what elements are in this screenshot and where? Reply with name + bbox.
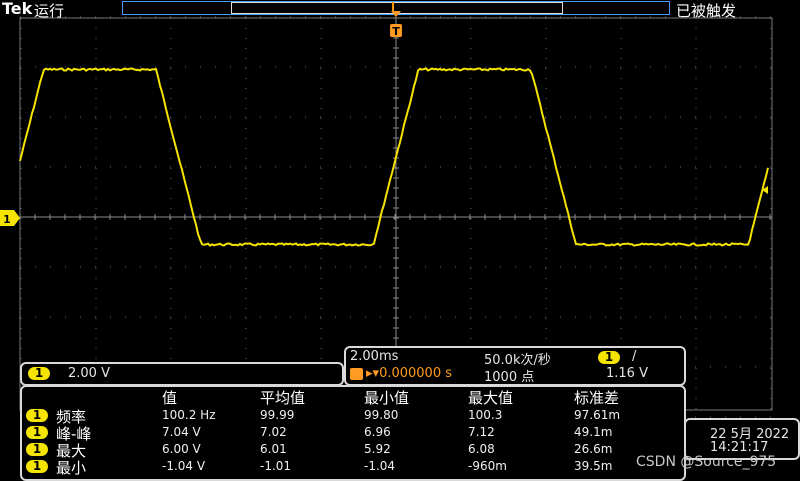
measurement-header: 最大值 xyxy=(468,389,514,407)
measurement-value: 99.99 xyxy=(260,408,295,422)
measurement-value: 5.92 xyxy=(364,442,391,456)
trigger-channel-badge: 1 xyxy=(598,351,620,364)
measurement-value: 26.6m xyxy=(574,442,613,456)
measurement-value: 7.12 xyxy=(468,425,495,439)
measurement-header: 平均值 xyxy=(260,389,306,407)
record-length: 1000 点 xyxy=(484,370,535,385)
measurement-value: 49.1m xyxy=(574,425,613,439)
measurement-value: 39.5m xyxy=(574,459,613,473)
watermark: CSDN @Source_975 xyxy=(636,454,777,470)
trigger-position-icon[interactable]: T xyxy=(390,11,402,38)
measurement-value: 6.00 V xyxy=(162,442,201,456)
channel-scale-panel[interactable]: 1 2.00 V xyxy=(20,362,344,386)
channel1-badge: 1 xyxy=(28,367,50,380)
measurement-channel-badge: 1 xyxy=(26,409,48,422)
measurement-value: 6.08 xyxy=(468,442,495,456)
measurement-value: 6.01 xyxy=(260,442,287,456)
channel1-scale: 2.00 V xyxy=(68,366,110,381)
measurement-value: 7.04 V xyxy=(162,425,201,439)
measurement-label: 最小 xyxy=(56,459,87,477)
svg-text:T: T xyxy=(392,25,400,38)
measurement-value: 100.2 Hz xyxy=(162,408,216,422)
measurement-channel-badge: 1 xyxy=(26,460,48,473)
measurement-header: 最小值 xyxy=(364,389,410,407)
horizontal-panel[interactable]: 2.00ms 50.0k次/秒 1 / ▸▾0.000000 s 1000 点 … xyxy=(344,346,686,386)
measurement-value: 7.02 xyxy=(260,425,287,439)
time-per-div: 2.00ms xyxy=(350,349,399,364)
svg-text:1: 1 xyxy=(3,213,11,226)
measurement-value: -960m xyxy=(468,459,507,473)
measurement-value: -1.04 xyxy=(364,459,396,473)
trigger-slope: / xyxy=(632,349,637,364)
measurement-channel-badge: 1 xyxy=(26,426,48,439)
measurement-header: 标准差 xyxy=(574,389,620,407)
measurement-value: 100.3 xyxy=(468,408,503,422)
measurement-header: 值 xyxy=(162,389,178,407)
channel1-trace xyxy=(19,67,769,247)
measurement-channel-badge: 1 xyxy=(26,443,48,456)
measurement-value: 6.96 xyxy=(364,425,391,439)
measurement-value: 99.80 xyxy=(364,408,399,422)
trigger-marker-icon xyxy=(350,368,363,380)
measurement-value: -1.04 V xyxy=(162,459,206,473)
horizontal-position: ▸▾0.000000 s xyxy=(366,366,452,381)
measurement-value: -1.01 xyxy=(260,459,292,473)
measurement-panel[interactable]: 值平均值 最小值 最大值 标准差 1 频率 100.2 Hz 99.99 99.80 100.3… xyxy=(20,385,686,481)
time: 14:21:17 xyxy=(710,440,769,455)
measurement-value: 97.61m xyxy=(574,408,621,422)
channel1-ground-marker[interactable]: 1 xyxy=(0,210,20,226)
trigger-level: 1.16 V xyxy=(606,366,648,381)
